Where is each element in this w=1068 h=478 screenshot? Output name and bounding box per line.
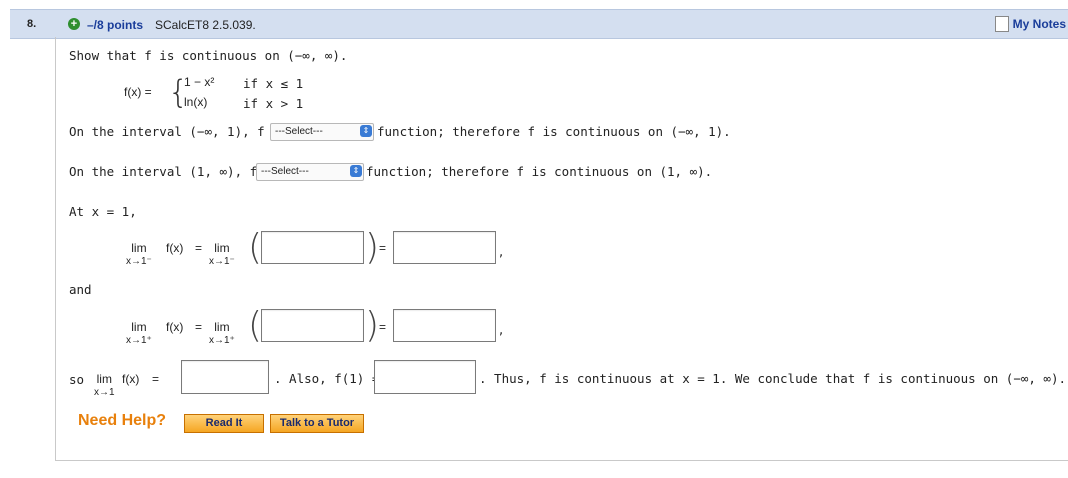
conclusion-text: . Thus, f is continuous at x = 1. We con…: [479, 371, 1066, 386]
my-notes-button[interactable]: My Notes: [994, 16, 1066, 32]
comma: ,: [499, 323, 504, 338]
comma: ,: [499, 245, 504, 260]
left-paren: (: [248, 227, 263, 268]
right-paren: ): [365, 305, 380, 346]
right-limit-fx: f(x): [166, 320, 184, 334]
right-limit-value-input[interactable]: [393, 309, 496, 342]
note-icon: [994, 16, 1009, 32]
question-header: 8. + –/8 points SCalcET8 2.5.039. My Not…: [10, 9, 1068, 39]
problem-prompt: Show that f is continuous on (−∞, ∞).: [69, 48, 348, 63]
question-body: Show that f is continuous on (−∞, ∞). f(…: [55, 37, 1068, 461]
chevron-updown-icon: ⇕: [350, 165, 362, 177]
left-limit-fx: f(x): [166, 241, 184, 255]
read-it-button[interactable]: Read It: [184, 414, 264, 433]
piece-1-expr: 1 − x²: [184, 75, 215, 89]
interval-1-conclusion: function; therefore f is continuous on (…: [377, 124, 731, 139]
left-limit-lhs: lim x→1⁻: [126, 241, 152, 267]
interval-2-conclusion: function; therefore f is continuous on (…: [366, 164, 713, 179]
interval-2-text: On the interval (1, ∞), f is: [69, 164, 280, 179]
chevron-updown-icon: ⇕: [360, 125, 372, 137]
at-x-text: At x = 1,: [69, 204, 137, 219]
right-limit-eq: =: [195, 320, 203, 334]
right-limit-rhs: lim x→1⁺: [209, 320, 235, 346]
left-limit-eq-2: =: [379, 241, 387, 255]
right-limit-expr-input[interactable]: [261, 309, 364, 342]
select-2-value: ---Select---: [261, 166, 309, 177]
points-label: –/8 points: [87, 18, 144, 32]
need-help-label: Need Help?: [78, 412, 167, 429]
talk-to-tutor-button[interactable]: Talk to a Tutor: [270, 414, 364, 433]
interval-2-select[interactable]: ---Select--- ⇕: [256, 163, 364, 181]
right-paren: ): [365, 227, 380, 268]
piece-2-expr: ln(x): [184, 95, 208, 109]
interval-1-select[interactable]: ---Select--- ⇕: [270, 123, 374, 141]
left-limit-value-input[interactable]: [393, 231, 496, 264]
problem-source: SCalcET8 2.5.039.: [155, 18, 256, 32]
left-paren: (: [248, 305, 263, 346]
question-number: 8.: [27, 18, 37, 30]
limit-value-input[interactable]: [181, 360, 269, 394]
piece-2-cond: if x > 1: [243, 96, 304, 111]
piece-1-cond: if x ≤ 1: [243, 76, 304, 91]
also-text: . Also, f(1) =: [274, 371, 380, 386]
my-notes-label: My Notes: [1012, 17, 1066, 31]
right-limit-lhs: lim x→1⁺: [126, 320, 152, 346]
left-limit-eq: =: [195, 241, 203, 255]
left-limit-expr-input[interactable]: [261, 231, 364, 264]
limit-eq: =: [152, 372, 160, 386]
left-limit-rhs: lim x→1⁻: [209, 241, 235, 267]
interval-1-text: On the interval (−∞, 1), f is: [69, 124, 288, 139]
and-text: and: [69, 282, 92, 297]
f1-value-input[interactable]: [374, 360, 476, 394]
select-1-value: ---Select---: [275, 126, 323, 137]
limit-fx: f(x): [122, 372, 140, 386]
so-text: so: [69, 372, 85, 387]
fx-label: f(x) =: [124, 85, 152, 99]
right-limit-eq-2: =: [379, 320, 387, 334]
expand-plus-icon[interactable]: +: [68, 18, 80, 30]
limit-lhs: lim x→1: [94, 372, 115, 398]
